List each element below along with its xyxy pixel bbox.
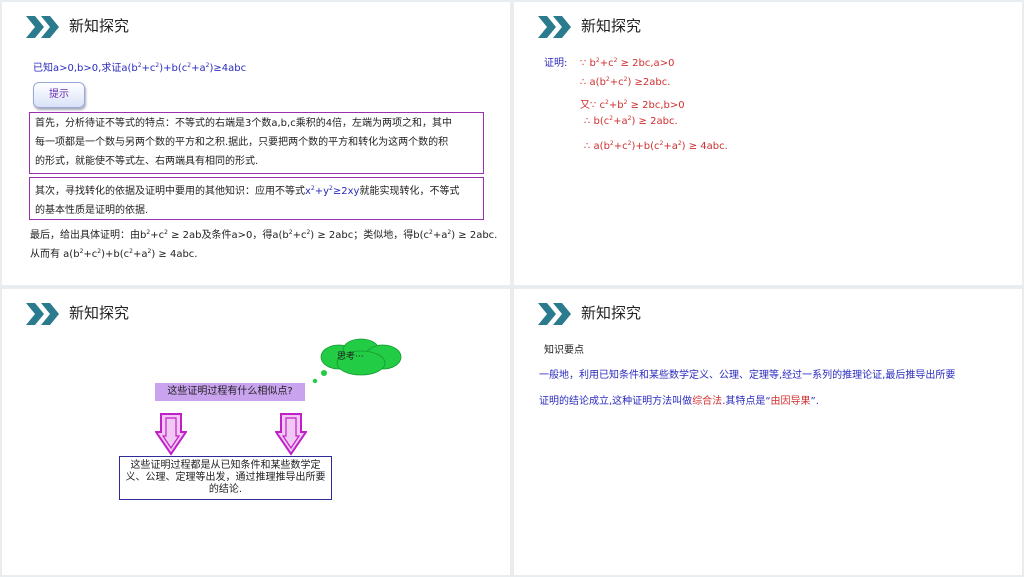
proof-line: ∴ a(b2+c2)+b(c2+a2) ≥ 4abc. [584,140,728,152]
analysis-line: 的形式，就能使不等式左、右两端具有相同的形式. [35,156,259,167]
slide-panel-4: 新知探究 知识要点 一般地，利用已知条件和某些数学定义、公理、定理等,经过一系列… [514,289,1022,575]
definition-line-1: 一般地，利用已知条件和某些数学定义、公理、定理等,经过一系列的推理论证,最后推导… [539,370,956,381]
double-chevron-icon [26,303,59,325]
double-chevron-icon [26,16,59,38]
proof-line: ∴ b(c2+a2) ≥ 2abc. [584,115,678,127]
double-chevron-icon [538,16,571,38]
panel-title: 新知探究 [69,304,130,322]
cloud-text: 思考··· [337,352,364,362]
slide-panel-1: 新知探究 已知a>0,b>0,求证a(b2+c2)+b(c2+a2)≥4abc … [2,2,510,285]
definition-line-2: 证明的结论成立,这种证明方法叫做综合法.其特点是“由因导果”. [539,396,819,407]
analysis-line: 每一项都是一个数与另两个数的平方和之积.据此，只要把两个数的平方和转化为这两个数… [35,137,449,148]
down-arrow-icon [155,413,187,456]
analysis-line: 首先，分析待证不等式的特点：不等式的右端是3个数a,b,c乘积的4倍，左端为两项… [35,118,453,129]
thought-bubble-dots [312,370,327,384]
question-label: 这些证明过程有什么相似点? [155,383,305,401]
slide-panel-3: 新知探究 思考··· 这些证明过程有什么相似点? 这些证明过程都是从已知条件和某… [2,289,510,575]
feature-cause-to-effect: 由因导果 [770,396,811,407]
key-points-heading: 知识要点 [544,345,584,356]
answer-box: 这些证明过程都是从已知条件和某些数学定义、公理、定理等出发，通过推理推导出所要的… [119,456,332,500]
final-proof-line-2: 从而有 a(b2+c2)+b(c2+a2) ≥ 4abc. [30,248,198,260]
down-arrow-icon [275,413,307,456]
analysis-box-2: 其次，寻找转化的依据及证明中要用的其他知识：应用不等式x2+y2≥2xy就能实现… [29,177,484,220]
proof-line: ∵ b2+c2 ≥ 2bc,a>0 [580,57,675,69]
analysis-box-1: 首先，分析待证不等式的特点：不等式的右端是3个数a,b,c乘积的4倍，左端为两项… [29,112,484,174]
double-chevron-icon [538,303,571,325]
proof-line: ∴ a(b2+c2) ≥2abc. [580,76,671,88]
panel-title: 新知探究 [581,304,642,322]
proof-line: 又∵ c2+b2 ≥ 2bc,b>0 [580,99,685,111]
problem-statement: 已知a>0,b>0,求证a(b2+c2)+b(c2+a2)≥4abc [33,62,247,74]
term-synthetic-method: 综合法 [692,396,723,407]
final-proof-line-1: 最后，给出具体证明：由b2+c2 ≥ 2ab及条件a>0，得a(b2+c2) ≥… [30,229,498,241]
panel-title: 新知探究 [581,17,642,35]
analysis-line: 其次，寻找转化的依据及证明中要用的其他知识：应用不等式x2+y2≥2xy就能实现… [35,185,460,197]
panel-title: 新知探究 [69,17,130,35]
hint-button[interactable]: 提示 [33,82,85,108]
proof-label: 证明: [544,58,568,69]
analysis-line: 的基本性质是证明的依据. [35,205,149,216]
slide-panel-2: 新知探究 证明: ∵ b2+c2 ≥ 2bc,a>0 ∴ a(b2+c2) ≥2… [514,2,1022,285]
